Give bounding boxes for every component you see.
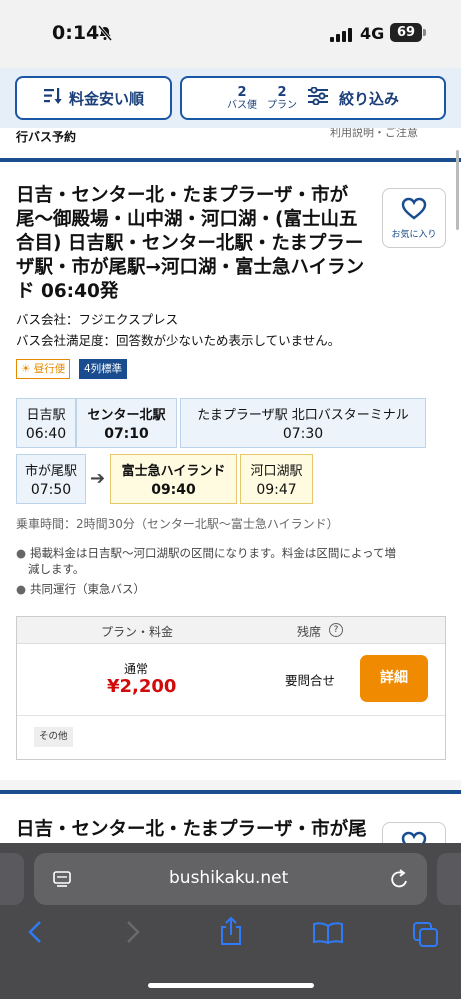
seat-status: 要問合せ: [285, 673, 336, 688]
back-icon[interactable]: [26, 919, 44, 949]
browser-toolbar: bushikaku.net: [0, 843, 461, 999]
tabs-icon[interactable]: [412, 921, 440, 951]
plan-divider: [17, 715, 445, 716]
battery-icon: 69: [390, 23, 422, 42]
route-title-2[interactable]: 日吉・センター北・たまプラーザ・市が尾: [16, 818, 374, 842]
daytime-tag: ☀ 昼行便: [16, 359, 71, 379]
silent-bell-icon: [97, 25, 113, 45]
page-menu-icon[interactable]: [52, 869, 72, 893]
seat-type-tag: 4列標準: [79, 359, 128, 379]
address-bar[interactable]: bushikaku.net: [34, 853, 427, 905]
sort-icon: [43, 87, 63, 109]
plan-price: ¥2,200: [107, 676, 177, 697]
previous-tab-preview[interactable]: [0, 853, 24, 905]
bullet-icon: ●: [16, 546, 27, 560]
stop-center-kita: センター北駅 07:10: [76, 398, 177, 448]
bus-company: バス会社：フジエクスプレス: [16, 312, 179, 327]
seat-header: 残席: [297, 625, 322, 639]
filter-label: 絞り込み: [338, 89, 399, 108]
plan-table: プラン・料金 残席 ? 通常 ¥2,200 要問合せ 詳細 その他: [16, 616, 446, 760]
ride-time: 乗車時間：2時間30分（センター北駅〜富士急ハイランド）: [16, 517, 339, 531]
plan-header: プラン・料金: [101, 625, 174, 639]
fare-note-cont: 減します。: [28, 562, 85, 576]
status-bar: 0:14 4G 69: [0, 0, 461, 68]
help-link[interactable]: 利用説明・ご注意: [330, 128, 418, 140]
detail-button[interactable]: 詳細: [360, 655, 428, 702]
battery-cap: [423, 29, 426, 36]
home-indicator: [148, 983, 314, 988]
bus-count: 2 バス便: [226, 84, 257, 111]
share-icon[interactable]: [218, 916, 244, 950]
section-divider: [0, 790, 461, 794]
sort-label: 料金安い順: [68, 89, 144, 108]
favorite-button[interactable]: お気に入り: [382, 188, 446, 248]
stop-fujikyu-highland: 富士急ハイランド 09:40: [110, 454, 237, 504]
sort-button[interactable]: 料金安い順: [15, 76, 172, 120]
stop-kawaguchiko: 河口湖駅 09:47: [240, 454, 313, 504]
result-gap: [0, 780, 461, 790]
plan-count: 2 プラン: [266, 84, 297, 111]
plan-name: 通常: [124, 662, 149, 676]
page-content: 行バス予約 利用説明・ご注意 日吉・センター北・たまプラーザ・市が尾〜御殿場・山…: [0, 128, 461, 843]
stop-ichigao: 市が尾駅 07:50: [16, 454, 86, 504]
next-tab-preview[interactable]: [437, 853, 461, 905]
bullet-icon: ●: [16, 582, 27, 596]
stop-tama-plaza: たまプラーザ駅 北口バスターミナル 07:30: [180, 398, 426, 448]
status-time: 0:14: [52, 22, 100, 44]
favorite-label: お気に入り: [391, 230, 437, 240]
filter-toolbar: 料金安い順 2 バス便 2 プラン 絞り込み: [0, 68, 461, 128]
filter-button[interactable]: 2 バス便 2 プラン 絞り込み: [180, 76, 446, 120]
stop-hiyoshi: 日吉駅 06:40: [16, 398, 76, 448]
section-divider: [0, 158, 461, 162]
url-text: bushikaku.net: [169, 868, 289, 888]
arrow-right-icon: ➔: [90, 468, 106, 489]
sun-icon: ☀: [21, 363, 31, 375]
forward-icon[interactable]: [124, 919, 142, 949]
signal-icon: [330, 26, 352, 42]
favorite-button-2[interactable]: [382, 822, 446, 843]
plan-table-header: プラン・料金 残席 ?: [17, 617, 445, 644]
breadcrumb[interactable]: 行バス予約: [16, 128, 76, 145]
route-title[interactable]: 日吉・センター北・たまプラーザ・市が尾〜御殿場・山中湖・河口湖・(富士山五合目)…: [16, 184, 374, 304]
filter-sliders-icon: [307, 86, 329, 109]
other-tag: その他: [34, 727, 73, 747]
fare-note: ● 掲載料金は日吉駅〜河口湖駅の区間になります。料金は区間によって増: [16, 546, 396, 560]
bookmarks-icon[interactable]: [312, 921, 344, 949]
joint-operation-note: ● 共同運行（東急バス）: [16, 582, 146, 596]
reload-icon[interactable]: [390, 868, 410, 894]
scrollbar[interactable]: [456, 150, 459, 230]
help-icon[interactable]: ?: [329, 623, 343, 637]
heart-icon: [401, 831, 427, 843]
company-satisfaction: バス会社満足度：回答数が少ないため表示していません。: [16, 333, 341, 348]
network-type: 4G: [360, 24, 385, 43]
heart-icon: [401, 197, 427, 220]
